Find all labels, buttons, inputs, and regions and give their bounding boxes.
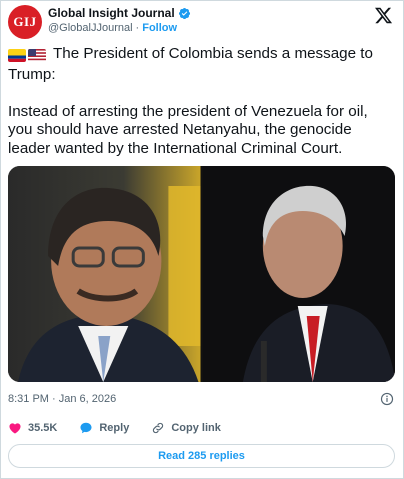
x-logo-icon[interactable] (374, 6, 393, 25)
reply-button[interactable]: Reply (79, 421, 129, 435)
photo-left-colombia-president[interactable] (8, 166, 201, 382)
separator: · (135, 22, 140, 34)
reply-bubble-icon (80, 422, 92, 434)
reply-label: Reply (99, 422, 130, 434)
timestamp[interactable]: 8:31 PM · Jan 6, 2026 (8, 393, 116, 405)
handle[interactable]: @GlobalJJournal (48, 22, 133, 34)
follow-button[interactable]: Follow (142, 22, 177, 34)
link-icon (153, 422, 164, 434)
copy-link-label: Copy link (171, 422, 221, 434)
heart-icon (9, 423, 21, 434)
verified-badge-icon (178, 7, 190, 19)
colombia-flag-icon (8, 49, 26, 63)
author-info: Global Insight Journal @GlobalJJournal ·… (48, 6, 191, 34)
united-states-flag-icon (28, 49, 46, 63)
read-replies-button[interactable]: Read 285 replies (8, 444, 395, 468)
avatar[interactable]: GIJ (8, 5, 42, 39)
tweet-line-1: The President of Colombia sends a messag… (8, 45, 377, 83)
like-button[interactable]: 35.5K (8, 421, 57, 435)
tweet-text: The President of Colombia sends a messag… (8, 45, 393, 158)
tweet-media[interactable] (8, 166, 395, 382)
flag-emojis (8, 47, 48, 66)
copy-link-button[interactable]: Copy link (151, 421, 221, 435)
info-icon[interactable] (380, 392, 394, 406)
like-count: 35.5K (28, 422, 58, 434)
tweet-card: GIJ Global Insight Journal @GlobalJJourn… (0, 0, 404, 479)
tweet-line-2: Instead of arresting the president of Ve… (8, 102, 372, 157)
display-name[interactable]: Global Insight Journal (48, 6, 175, 20)
photo-right-netanyahu[interactable] (202, 166, 395, 382)
tweet-header: GIJ Global Insight Journal @GlobalJJourn… (8, 5, 395, 39)
tweet-actions: 35.5K Reply Copy link (8, 419, 394, 437)
avatar-text: GIJ (13, 14, 37, 29)
tweet-meta: 8:31 PM · Jan 6, 2026 (8, 392, 394, 406)
